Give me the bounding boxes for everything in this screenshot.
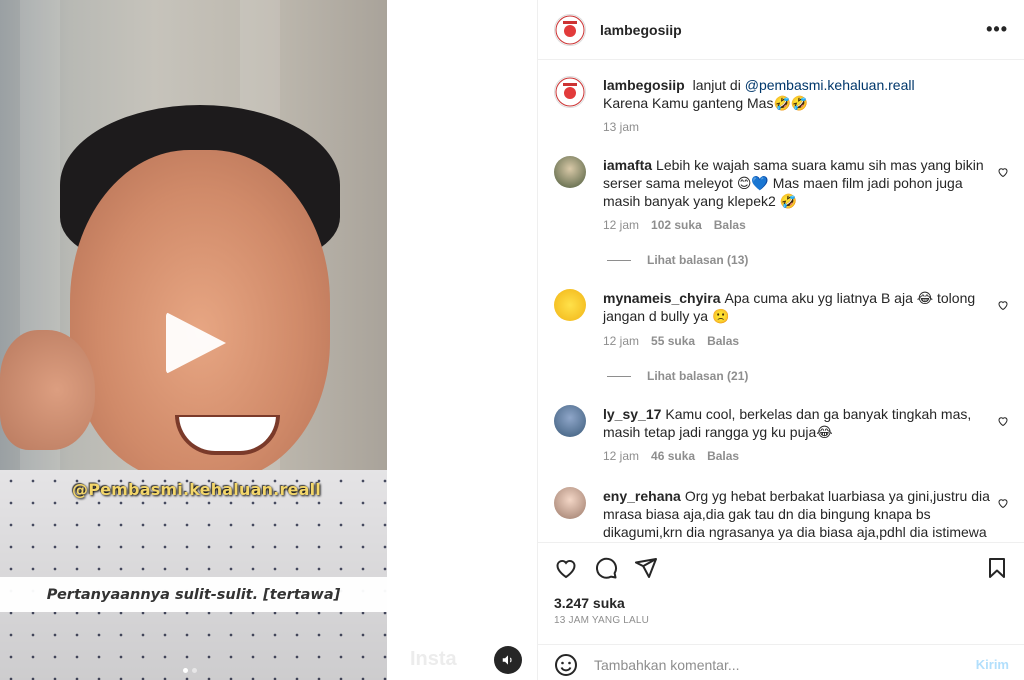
brand-logo-icon [555,15,585,44]
avatar[interactable] [554,76,586,108]
comment-text: eny_rehana Org yg hebat berbakat luarbias… [603,487,998,541]
comment-icon[interactable] [594,556,618,580]
likes-count[interactable]: 3.247 suka [554,595,625,611]
emoji-icon[interactable] [554,653,578,677]
comment-time[interactable]: 12 jam [603,449,639,463]
carousel-dot [192,668,197,673]
post-panel: lambegosiip ••• lambegosiip lanjut di @p… [537,0,1024,680]
caption-prefix: lanjut di [692,77,741,93]
send-button[interactable]: Kirim [976,657,1009,672]
brand-logo-icon [555,77,585,107]
avatar[interactable] [554,156,586,188]
comment-username[interactable]: eny_rehana [603,488,681,504]
replies-divider [607,259,631,261]
caption-text: lambegosiip lanjut di @pembasmi.kehaluan… [603,76,998,112]
comment-username[interactable]: iamafta [603,157,652,173]
comment-text: ly_sy_17 Kamu cool, berkelas dan ga banya… [603,405,998,441]
comment-username[interactable]: mynameis_chyira [603,290,721,306]
view-replies-button[interactable]: Lihat balasan (13) [607,253,748,267]
avatar[interactable] [554,487,586,519]
comment-text: iamafta Lebih ke wajah sama suara kamu si… [603,156,998,210]
video-subtitle-bar: Pertanyaannya sulit-sulit. [tertawa] [0,577,387,612]
sound-icon [502,655,512,665]
faint-watermark: Insta [410,648,457,670]
view-replies-label: Lihat balasan (21) [647,369,749,383]
play-icon[interactable] [166,312,226,374]
video-watermark: @Pembasmi.kehaluan.reall [72,480,321,499]
share-icon[interactable] [634,556,658,580]
heart-icon[interactable] [997,497,1009,509]
comment-likes[interactable]: 55 suka [651,334,695,348]
post-author-username[interactable]: lambegosiip [600,22,682,38]
carousel-dots [183,668,197,673]
post-media[interactable]: @Pembasmi.kehaluan.reall Pertanyaannya s… [0,0,387,680]
comment-meta: 12 jam 102 suka Balas [603,218,746,232]
comment-likes[interactable]: 46 suka [651,449,695,463]
reply-button[interactable]: Balas [707,334,739,348]
media-side-area [387,0,537,680]
person-hand [0,330,95,450]
heart-icon[interactable] [997,415,1009,427]
comment-meta: 12 jam 55 suka Balas [603,334,739,348]
reply-button[interactable]: Balas [707,449,739,463]
video-subtitle: Pertanyaannya sulit-sulit. [tertawa] [46,586,341,603]
post-header: lambegosiip ••• [538,0,1024,60]
heart-icon[interactable] [997,299,1009,311]
heart-icon[interactable] [997,166,1009,178]
post-timestamp[interactable]: 13 JAM YANG LALU [554,615,649,626]
add-comment-bar: Kirim [538,644,1024,680]
caption-time[interactable]: 13 jam [603,120,639,134]
comment-text: mynameis_chyira Apa cuma aku yg liatnya B… [603,289,998,325]
comment-username[interactable]: ly_sy_17 [603,406,661,422]
reply-button[interactable]: Balas [714,218,746,232]
view-replies-button[interactable]: Lihat balasan (21) [607,369,748,383]
comment-body: Lebih ke wajah sama suara kamu sih mas y… [603,157,984,209]
comment-time[interactable]: 12 jam [603,218,639,232]
comment-meta: 12 jam 46 suka Balas [603,449,739,463]
carousel-dot [183,668,188,673]
caption-username[interactable]: lambegosiip [603,77,685,93]
bookmark-icon[interactable] [985,556,1009,580]
comments-list[interactable]: lambegosiip lanjut di @pembasmi.kehaluan… [538,60,1024,542]
avatar[interactable] [554,289,586,321]
sound-button[interactable] [494,646,522,674]
comment-likes[interactable]: 102 suka [651,218,702,232]
avatar[interactable] [554,13,586,46]
caption-line2: Karena Kamu ganteng Mas🤣🤣 [603,95,809,111]
caption-meta: 13 jam [603,120,639,134]
post-actions [538,542,1024,592]
caption-mention[interactable]: @pembasmi.kehaluan.reall [745,77,915,93]
more-icon[interactable]: ••• [986,19,1008,40]
comment-time[interactable]: 12 jam [603,334,639,348]
shirt-shadow [0,470,387,680]
heart-icon[interactable] [554,556,578,580]
view-replies-label: Lihat balasan (13) [647,253,749,267]
replies-divider [607,375,631,377]
comment-input[interactable] [594,656,976,673]
avatar[interactable] [554,405,586,437]
